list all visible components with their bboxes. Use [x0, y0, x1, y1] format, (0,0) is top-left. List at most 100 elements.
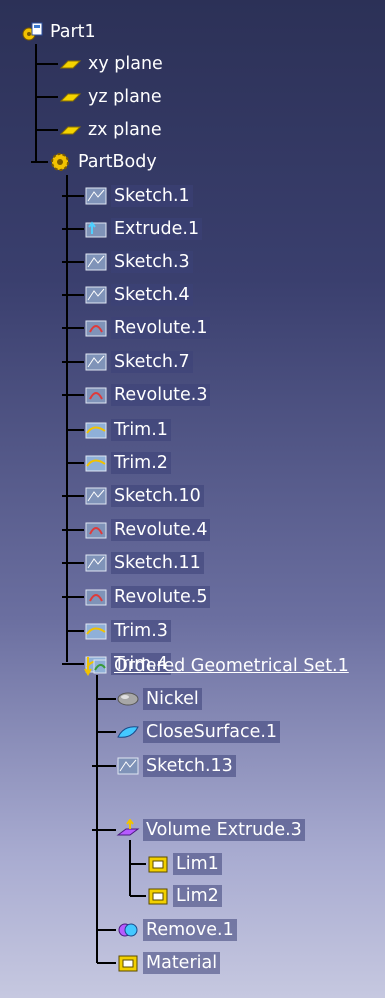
plane-icon [58, 86, 82, 108]
material-box-icon [116, 952, 140, 974]
nickel-sphere-icon [116, 688, 140, 710]
expand-toggle[interactable] [61, 490, 73, 502]
tree-node-label: Sketch.3 [111, 251, 193, 273]
tree-node-label: yz plane [88, 87, 162, 107]
tree-node-partbody[interactable]: PartBody [48, 147, 160, 177]
trim-icon [84, 452, 108, 474]
expand-toggle[interactable] [61, 557, 73, 569]
revolute-icon [84, 384, 108, 406]
sketch-icon [84, 485, 108, 507]
tree-node-label: PartBody [78, 152, 157, 172]
sketch-icon [84, 552, 108, 574]
tree-node-lim1[interactable]: Lim1 [146, 849, 222, 879]
limit-box-icon [146, 885, 170, 907]
tree-node-revolute-1[interactable]: Revolute.1 [84, 313, 211, 343]
tree-node-sketch-13[interactable]: Sketch.13 [116, 751, 236, 781]
remove-icon [116, 919, 140, 941]
tree-node-label: Sketch.7 [111, 351, 193, 373]
tree-node-label: Sketch.10 [111, 485, 204, 507]
tree-node-label: Lim1 [173, 853, 222, 875]
expand-toggle[interactable] [61, 256, 73, 268]
ordered-set-icon [84, 655, 108, 677]
expand-toggle[interactable] [61, 223, 73, 235]
tree-node-revolute-5[interactable]: Revolute.5 [84, 582, 211, 612]
tree-node-sketch-11[interactable]: Sketch.11 [84, 548, 204, 578]
tree-node-sketch-1[interactable]: Sketch.1 [84, 181, 193, 211]
part-root-icon [20, 21, 44, 43]
collapse-toggle[interactable] [91, 824, 103, 836]
sketch-icon [116, 755, 140, 777]
tree-node-label: Ordered Geometrical Set.1 [114, 656, 349, 676]
tree-node-label: Sketch.11 [111, 552, 204, 574]
tree-node-xy-plane[interactable]: xy plane [58, 49, 166, 79]
expand-toggle[interactable] [61, 322, 73, 334]
collapse-ogs-toggle[interactable] [61, 658, 73, 670]
extrude-icon [84, 218, 108, 240]
expand-toggle[interactable] [91, 760, 103, 772]
tree-node-label: CloseSurface.1 [143, 721, 281, 743]
tree-node-material[interactable]: Material [116, 948, 221, 978]
expand-toggle[interactable] [61, 591, 73, 603]
tree-node-volume-extrude-3[interactable]: Volume Extrude.3 [116, 815, 305, 845]
plane-icon [58, 119, 82, 141]
tree-node-trim-3[interactable]: Trim.3 [84, 616, 171, 646]
expand-toggle[interactable] [61, 289, 73, 301]
sketch-icon [84, 251, 108, 273]
tree-node-label: Sketch.13 [143, 755, 236, 777]
tree-node-root[interactable]: Part1 [20, 17, 99, 47]
tree-node-sketch-4[interactable]: Sketch.4 [84, 280, 193, 310]
tree-node-lim2[interactable]: Lim2 [146, 881, 222, 911]
tree-node-label: Revolute.3 [111, 384, 211, 406]
volume-extrude-icon [116, 819, 140, 841]
tree-node-sketch-7[interactable]: Sketch.7 [84, 347, 193, 377]
tree-node-label: Sketch.1 [111, 185, 193, 207]
revolute-icon [84, 586, 108, 608]
limit-box-icon [146, 853, 170, 875]
tree-node-trim-2[interactable]: Trim.2 [84, 448, 171, 478]
tree-node-label: Lim2 [173, 885, 222, 907]
tree-node-label: Revolute.1 [111, 317, 211, 339]
tree-node-label: Remove.1 [143, 919, 237, 941]
tree-node-label: Trim.1 [111, 419, 171, 441]
tree-node-label: zx plane [88, 120, 162, 140]
tree-node-label: Nickel [143, 688, 202, 710]
revolute-icon [84, 317, 108, 339]
tree-node-label: xy plane [88, 54, 163, 74]
partbody-gear-icon [48, 151, 72, 173]
close-surface-icon [116, 721, 140, 743]
tree-node-label: Sketch.4 [111, 284, 193, 306]
expand-toggle[interactable] [61, 389, 73, 401]
plane-icon [58, 53, 82, 75]
tree-node-ordered-geometrical-set[interactable]: Ordered Geometrical Set.1 [84, 651, 352, 681]
sketch-icon [84, 351, 108, 373]
tree-node-label: Revolute.4 [111, 519, 211, 541]
trim-icon [84, 620, 108, 642]
sketch-icon [84, 284, 108, 306]
tree-node-label: Material [143, 952, 221, 974]
tree-node-label: Extrude.1 [111, 218, 203, 240]
tree-node-label: Trim.3 [111, 620, 171, 642]
sketch-icon [84, 185, 108, 207]
expand-toggle[interactable] [61, 524, 73, 536]
tree-node-sketch-3[interactable]: Sketch.3 [84, 247, 193, 277]
tree-node-closesurface-1[interactable]: CloseSurface.1 [116, 717, 281, 747]
tree-node-yz-plane[interactable]: yz plane [58, 82, 165, 112]
tree-node-label: Volume Extrude.3 [143, 819, 305, 841]
tree-node-extrude-1[interactable]: Extrude.1 [84, 214, 203, 244]
tree-node-zx-plane[interactable]: zx plane [58, 115, 165, 145]
collapse-partbody-toggle[interactable] [30, 156, 42, 168]
tree-node-label: Revolute.5 [111, 586, 211, 608]
expand-toggle[interactable] [61, 190, 73, 202]
expand-toggle[interactable] [61, 356, 73, 368]
tree-node-revolute-4[interactable]: Revolute.4 [84, 515, 211, 545]
trim-icon [84, 419, 108, 441]
revolute-icon [84, 519, 108, 541]
tree-node-remove-1[interactable]: Remove.1 [116, 915, 237, 945]
tree-node-label: Trim.2 [111, 452, 171, 474]
tree-node-sketch-10[interactable]: Sketch.10 [84, 481, 204, 511]
tree-node-trim-1[interactable]: Trim.1 [84, 415, 171, 445]
tree-node-revolute-3[interactable]: Revolute.3 [84, 380, 211, 410]
tree-node-nickel[interactable]: Nickel [116, 684, 202, 714]
tree-node-label: Part1 [50, 22, 96, 42]
specification-tree: Part1 xy plane yz plane zx plane PartBod… [0, 0, 385, 998]
